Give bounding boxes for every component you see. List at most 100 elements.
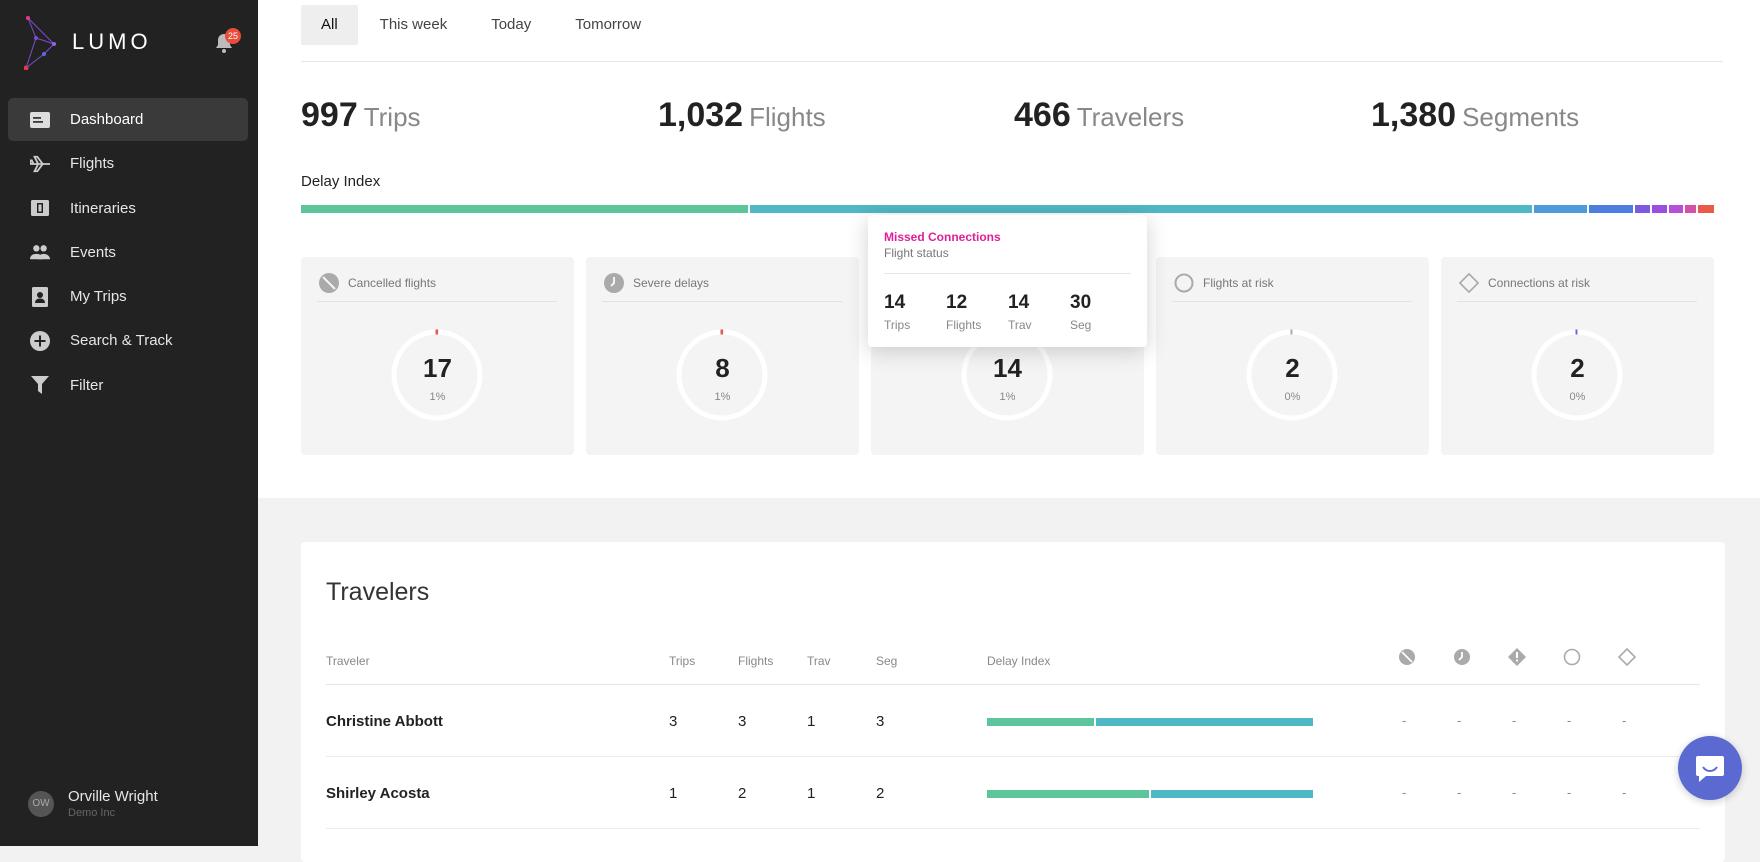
card-percent: 0% xyxy=(1284,391,1301,403)
sidebar-item-label: Events xyxy=(70,243,116,261)
delay-segment[interactable] xyxy=(1534,205,1587,213)
delay-segment[interactable] xyxy=(1635,205,1650,213)
user-org: Demo Inc xyxy=(68,807,116,819)
lumo-logo-icon xyxy=(24,16,56,70)
period-tabs: All This week Today Tomorrow xyxy=(301,5,663,45)
divider xyxy=(326,828,1700,829)
card-flights-at-risk[interactable]: Flights at risk 2 0% xyxy=(1156,257,1429,455)
user-profile[interactable]: OW Orville Wright Demo Inc xyxy=(28,788,158,819)
cell-flights: 3 xyxy=(738,713,747,730)
sidebar-nav: Dashboard Flights Itineraries Events My … xyxy=(8,98,248,408)
sidebar-item-my-trips[interactable]: My Trips xyxy=(8,275,248,318)
clock-icon xyxy=(604,273,624,293)
brand-logo[interactable]: LUMO xyxy=(24,14,152,70)
table-row[interactable]: Shirley Acosta 1 2 1 2 - - - - - xyxy=(301,757,1725,829)
divider xyxy=(1457,301,1697,302)
card-connections-at-risk[interactable]: Connections at risk 2 0% xyxy=(1441,257,1714,455)
sidebar-item-filter[interactable]: Filter xyxy=(8,364,248,407)
clock-icon[interactable] xyxy=(1453,648,1471,666)
chat-button[interactable] xyxy=(1678,736,1742,800)
filter-icon xyxy=(30,375,50,395)
delay-segment[interactable] xyxy=(1685,205,1696,213)
cell-trav: 1 xyxy=(807,713,816,730)
column-header-delay-index[interactable]: Delay Index xyxy=(987,654,1050,668)
row-delay-segment xyxy=(1096,718,1313,726)
delay-segment[interactable] xyxy=(1652,205,1667,213)
cell-status: - xyxy=(1512,713,1517,728)
traveler-name[interactable]: Christine Abbott xyxy=(326,713,443,730)
tooltip-stat-value: 30 xyxy=(1070,292,1092,313)
cell-trips: 3 xyxy=(669,713,678,730)
card-value: 17 xyxy=(423,353,452,383)
row-delay-segment xyxy=(987,718,1094,726)
stat-value: 1,380 xyxy=(1371,96,1457,134)
card-severe-delays[interactable]: Severe delays 8 1% xyxy=(586,257,859,455)
tab-all[interactable]: All xyxy=(301,5,358,45)
sidebar-item-flights[interactable]: Flights xyxy=(8,142,248,185)
column-header-flights[interactable]: Flights xyxy=(738,654,773,668)
brand-name: LUMO xyxy=(72,29,152,54)
stat-travelers: 466 Travelers xyxy=(1014,96,1184,135)
stat-label: Flights xyxy=(749,102,826,132)
table-row[interactable]: Christine Abbott 3 3 1 3 - - - - - xyxy=(301,685,1725,757)
card-value: 14 xyxy=(993,353,1022,383)
user-name: Orville Wright xyxy=(68,788,158,805)
card-cancelled-flights[interactable]: Cancelled flights 17 1% xyxy=(301,257,574,455)
tooltip-stat-value: 14 xyxy=(1008,292,1030,313)
sidebar-item-label: Search & Track xyxy=(70,332,173,350)
sidebar-item-search-track[interactable]: Search & Track xyxy=(8,319,248,362)
traveler-name[interactable]: Shirley Acosta xyxy=(326,785,430,802)
row-delay-bar xyxy=(987,718,1315,726)
sidebar-item-dashboard[interactable]: Dashboard xyxy=(8,98,248,141)
warning-diamond-icon[interactable] xyxy=(1508,648,1526,666)
card-value: 8 xyxy=(715,353,730,383)
tab-this-week[interactable]: This week xyxy=(358,5,470,45)
tab-today[interactable]: Today xyxy=(469,5,553,45)
cell-trav: 1 xyxy=(807,785,816,802)
cell-status: - xyxy=(1512,785,1517,800)
cell-status: - xyxy=(1402,785,1407,800)
tooltip-stat-trips: 14 Trips xyxy=(884,292,910,332)
cell-seg: 2 xyxy=(876,785,885,802)
card-percent: 1% xyxy=(429,391,446,403)
delay-segment[interactable] xyxy=(1698,205,1714,213)
users-icon xyxy=(30,242,50,262)
stat-label: Travelers xyxy=(1076,102,1185,132)
plus-circle-icon xyxy=(30,330,50,351)
cancelled-icon[interactable] xyxy=(1398,648,1416,666)
cell-seg: 3 xyxy=(876,713,885,730)
tooltip-stat-seg: 30 Seg xyxy=(1070,292,1091,332)
chat-icon xyxy=(1696,756,1724,782)
tab-tomorrow[interactable]: Tomorrow xyxy=(553,5,663,45)
divider xyxy=(884,273,1131,274)
cell-status: - xyxy=(1457,713,1462,728)
tooltip-stat-value: 12 xyxy=(946,292,968,313)
delay-segment[interactable] xyxy=(1589,205,1633,213)
tooltip-stat-label: Trav xyxy=(1008,318,1032,332)
cancelled-icon xyxy=(319,273,339,293)
delay-segment[interactable] xyxy=(301,205,748,213)
sidebar-item-label: Filter xyxy=(70,376,104,394)
column-header-trav[interactable]: Trav xyxy=(807,654,831,668)
delay-segment[interactable] xyxy=(750,205,1532,213)
card-label: Connections at risk xyxy=(1488,276,1591,290)
row-delay-bar xyxy=(987,790,1315,798)
card-value: 2 xyxy=(1285,353,1300,383)
diamond-icon[interactable] xyxy=(1618,648,1636,666)
card-percent: 0% xyxy=(1569,391,1586,403)
sidebar: LUMO 25 Dashboard Flights Itineraries Ev… xyxy=(0,0,258,846)
column-header-trips[interactable]: Trips xyxy=(669,654,695,668)
cell-trips: 1 xyxy=(669,785,678,802)
cell-status: - xyxy=(1622,785,1627,800)
sidebar-item-itineraries[interactable]: Itineraries xyxy=(8,187,248,230)
column-header-traveler[interactable]: Traveler xyxy=(326,654,370,668)
column-header-seg[interactable]: Seg xyxy=(876,654,897,668)
circle-icon[interactable] xyxy=(1563,648,1581,666)
delay-segment[interactable] xyxy=(1669,205,1683,213)
tooltip-subtitle: Flight status xyxy=(884,246,949,260)
cell-status: - xyxy=(1402,713,1407,728)
stat-label: Trips xyxy=(363,102,421,132)
card-label: Flights at risk xyxy=(1203,276,1274,290)
sidebar-item-events[interactable]: Events xyxy=(8,231,248,274)
delay-index-bar[interactable] xyxy=(301,205,1723,213)
